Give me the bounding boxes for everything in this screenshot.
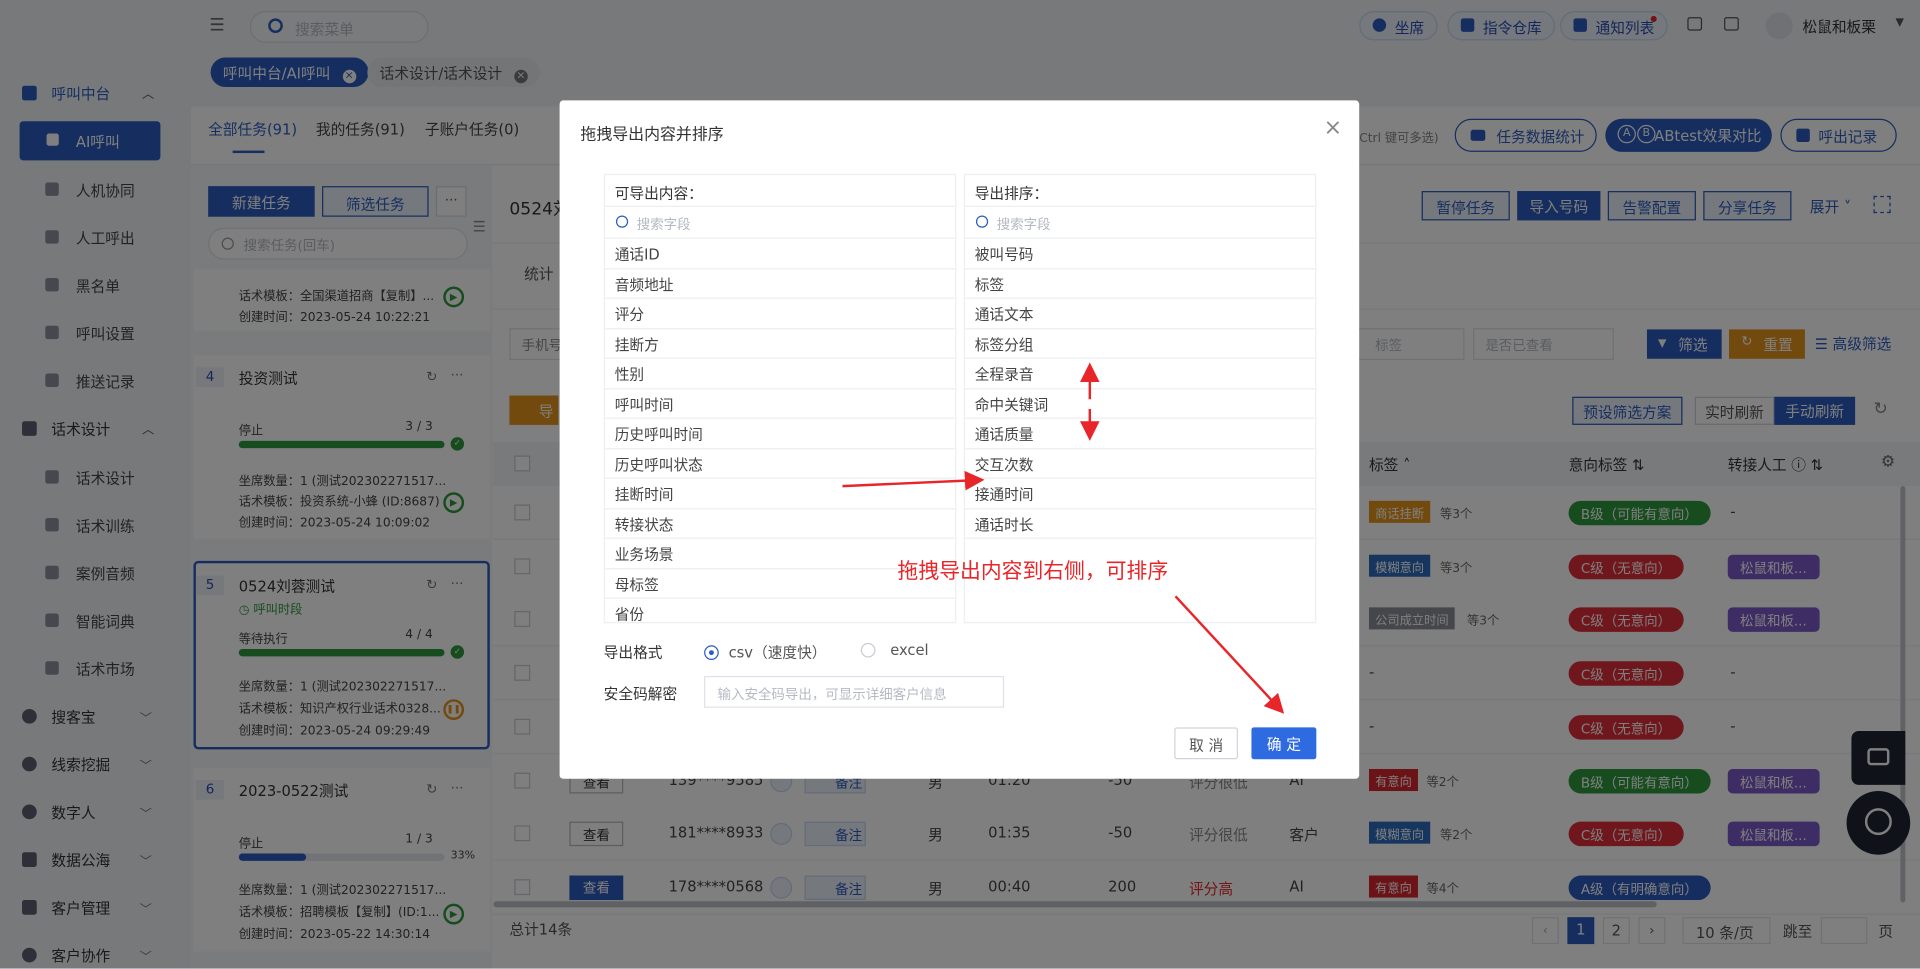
radio-label: excel — [890, 641, 929, 659]
confirm-arrow — [1174, 595, 1285, 714]
export-order-item[interactable]: 通话文本 — [964, 299, 1316, 329]
export-field-item[interactable]: 通话ID — [604, 239, 956, 269]
left-search-input[interactable]: 搜索字段 — [604, 207, 956, 239]
security-code-input[interactable]: 输入安全码导出，可显示详细客户信息 — [704, 675, 1005, 708]
input-placeholder: 输入安全码导出，可显示详细客户信息 — [717, 686, 947, 703]
radio-checked-icon — [704, 645, 719, 661]
radio-label: csv（速度快） — [728, 644, 827, 662]
format-csv-radio[interactable]: csv（速度快） — [704, 642, 826, 663]
export-field-item[interactable]: 评分 — [604, 299, 956, 329]
confirm-button[interactable]: 确 定 — [1251, 727, 1317, 760]
search-icon — [975, 215, 989, 228]
page: 呼叫中台 ︿ AI呼叫 人机协同 人工呼出 黑名单 呼叫设置 推送记录 话术设计… — [0, 0, 1920, 969]
search-placeholder: 搜索字段 — [996, 216, 1051, 233]
search-placeholder: 搜索字段 — [636, 216, 691, 233]
list-header: 可导出内容： — [604, 175, 956, 207]
annotation-arrows — [842, 362, 1285, 714]
close-icon[interactable]: × — [1324, 115, 1342, 141]
drag-arrow — [842, 470, 985, 491]
security-label: 安全码解密 — [603, 685, 678, 703]
export-order-item[interactable]: 被叫号码 — [964, 239, 1316, 269]
format-excel-radio[interactable]: excel — [860, 641, 929, 659]
export-order-item[interactable]: 标签 — [964, 269, 1316, 299]
export-field-item[interactable]: 音频地址 — [604, 269, 956, 299]
list-header: 导出排序： — [964, 175, 1316, 207]
right-search-input[interactable]: 搜索字段 — [964, 207, 1316, 239]
format-label: 导出格式 — [603, 644, 663, 662]
radio-unchecked-icon — [860, 642, 876, 658]
dialog-title: 拖拽导出内容并排序 — [580, 126, 724, 145]
cancel-button[interactable]: 取 消 — [1174, 727, 1238, 760]
search-icon — [615, 215, 629, 228]
